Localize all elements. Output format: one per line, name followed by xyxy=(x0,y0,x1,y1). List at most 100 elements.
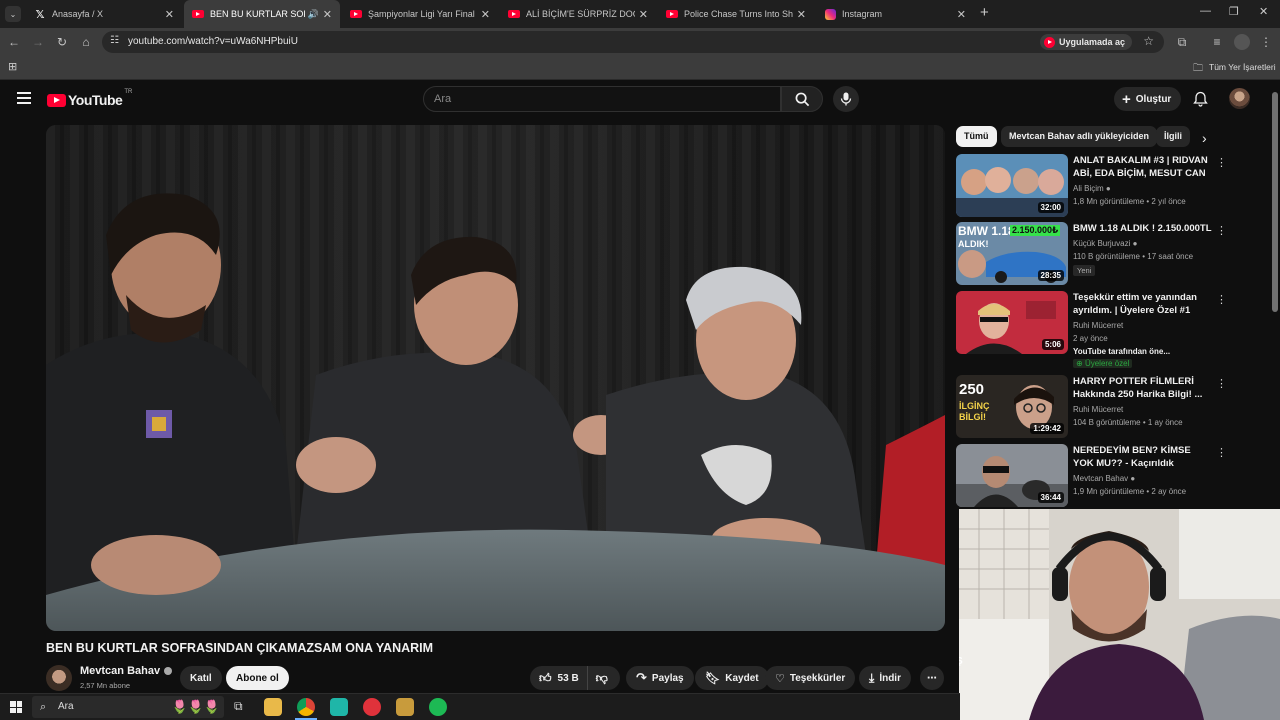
scrollbar-thumb[interactable] xyxy=(1272,92,1278,312)
app-icon-red[interactable] xyxy=(363,698,381,716)
chip-related[interactable]: İlgili xyxy=(1156,126,1190,147)
close-icon[interactable]: ✕ xyxy=(165,8,174,21)
join-button[interactable]: Katıl xyxy=(180,666,222,690)
address-bar[interactable]: ☷ youtube.com/watch?v=uWa6NHPbuiU Uygula… xyxy=(102,31,1164,53)
list-item[interactable]: 32:00 ANLAT BAKALIM #3 | RIDVAN ABİ, EDA… xyxy=(956,154,1228,218)
video-thumbnail[interactable]: 36:44 xyxy=(956,444,1068,507)
league-icon[interactable] xyxy=(396,698,414,716)
channel-name[interactable]: Ruhi Mücerret xyxy=(1073,321,1123,330)
thumbnail-subtext: ALDIK! xyxy=(958,239,989,249)
create-button[interactable]: + Oluştur xyxy=(1114,87,1182,111)
chrome-icon[interactable] xyxy=(297,698,315,716)
spotify-icon[interactable] xyxy=(429,698,447,716)
apps-grid-icon[interactable]: ⊞ xyxy=(8,60,17,73)
list-item[interactable]: 5:06 Teşekkür ettim ve yanından ayrıldım… xyxy=(956,291,1228,369)
more-actions-button[interactable]: ⋯ xyxy=(920,666,944,690)
video-duration: 32:00 xyxy=(1037,202,1064,213)
video-thumbnail[interactable]: 250 İLGİNÇ BİLGİ! 1:29:42 xyxy=(956,375,1068,438)
like-button[interactable]: 👍︎ 53 B xyxy=(530,666,588,690)
channel-name[interactable]: Ali Biçim ● xyxy=(1073,184,1111,193)
forward-button[interactable]: → xyxy=(30,34,46,50)
video-title[interactable]: HARRY POTTER FİLMLERİ Hakkında 250 Harik… xyxy=(1073,375,1213,401)
close-icon[interactable]: ✕ xyxy=(957,8,966,21)
tab-x[interactable]: 𝕏 Anasayfa / X ✕ xyxy=(26,0,182,28)
bookmark-star-icon[interactable]: ☆ xyxy=(1143,34,1154,48)
speaker-icon[interactable]: 🔊 xyxy=(308,9,319,20)
close-window-button[interactable]: ✕ xyxy=(1259,5,1268,18)
close-icon[interactable]: ✕ xyxy=(639,8,648,21)
menu-hamburger-icon[interactable] xyxy=(17,92,31,104)
tab-search-button[interactable]: ⌄ xyxy=(5,6,21,22)
video-thumbnail[interactable]: BMW 1.18 2.150.000₺ ALDIK! 28:35 xyxy=(956,222,1068,285)
channel-avatar[interactable] xyxy=(46,665,72,691)
video-title[interactable]: BMW 1.18 ALDIK ! 2.150.000TL xyxy=(1073,222,1213,235)
open-in-app-button[interactable]: Uygulamada aç xyxy=(1039,34,1132,50)
new-tab-button[interactable]: + xyxy=(980,4,989,21)
search-button[interactable] xyxy=(781,86,823,112)
list-item[interactable]: BMW 1.18 2.150.000₺ ALDIK! 28:35 BMW 1.1… xyxy=(956,222,1228,286)
reading-list-icon[interactable]: ≡ xyxy=(1209,34,1225,50)
taskbar-search-input[interactable]: ⌕ Ara 🌷🌷🌷 xyxy=(32,696,224,718)
chips-next-chevron-icon[interactable]: › xyxy=(1202,130,1207,146)
browser-menu-icon[interactable]: ⋮ xyxy=(1258,34,1274,50)
channel-name[interactable]: Küçük Burjuvazi ● xyxy=(1073,239,1137,248)
more-vertical-icon[interactable]: ⋮ xyxy=(1216,446,1227,459)
extensions-icon[interactable]: ⧉ xyxy=(1174,34,1190,50)
all-bookmarks-link[interactable]: Tüm Yer İşaretleri xyxy=(1209,62,1276,72)
more-horizontal-icon: ⋯ xyxy=(927,672,937,684)
share-button[interactable]: ↷ Paylaş xyxy=(626,666,694,690)
page-scrollbar[interactable] xyxy=(1270,80,1280,510)
chip-from-uploader[interactable]: Mevtcan Bahav adlı yükleyiciden xyxy=(1001,126,1158,147)
channel-name[interactable]: Mevtcan Bahav xyxy=(80,665,160,677)
download-button[interactable]: ⤓ İndir xyxy=(859,666,911,690)
tab-youtube[interactable]: ALİ BİÇİM'E SÜRPRİZ DOĞUM G ✕ xyxy=(500,0,656,28)
video-title[interactable]: NEREDEYİM BEN? KİMSE YOK MU?? - Kaçırıld… xyxy=(1073,444,1213,470)
close-icon[interactable]: ✕ xyxy=(797,8,806,21)
task-view-icon[interactable]: ⧉ xyxy=(234,699,243,714)
video-title[interactable]: Teşekkür ettim ve yanından ayrıldım. | Ü… xyxy=(1073,291,1213,317)
voice-search-button[interactable] xyxy=(833,86,859,112)
verified-icon xyxy=(164,667,173,675)
restore-button[interactable]: ❐ xyxy=(1229,5,1239,18)
tab-instagram[interactable]: Instagram ✕ xyxy=(816,0,974,28)
close-icon[interactable]: ✕ xyxy=(481,8,490,21)
dislike-button[interactable]: 👎︎ xyxy=(588,666,616,690)
reload-button[interactable]: ↻ xyxy=(54,34,70,50)
thanks-button[interactable]: ♡ Teşekkürler xyxy=(765,666,856,690)
video-player[interactable] xyxy=(46,125,945,631)
profile-avatar[interactable] xyxy=(1234,34,1250,50)
save-button[interactable]: 🔖︎ Kaydet xyxy=(695,666,769,690)
more-vertical-icon[interactable]: ⋮ xyxy=(1216,224,1227,237)
home-button[interactable]: ⌂ xyxy=(78,34,94,50)
video-title[interactable]: ANLAT BAKALIM #3 | RIDVAN ABİ, EDA BİÇİM… xyxy=(1073,154,1213,180)
more-vertical-icon[interactable]: ⋮ xyxy=(1216,156,1227,169)
user-avatar[interactable] xyxy=(1229,88,1250,109)
subscribe-button[interactable]: Abone ol xyxy=(226,666,289,690)
minimize-button[interactable]: — xyxy=(1200,5,1211,17)
video-thumbnail[interactable]: 32:00 xyxy=(956,154,1068,217)
app-icon-teal[interactable] xyxy=(330,698,348,716)
tab-youtube[interactable]: Police Chase Turns Into Shootou ✕ xyxy=(658,0,814,28)
more-vertical-icon[interactable]: ⋮ xyxy=(1216,293,1227,306)
like-count: 53 B xyxy=(557,672,579,684)
channel-name[interactable]: Mevtcan Bahav ● xyxy=(1073,474,1135,483)
site-info-icon[interactable]: ☷ xyxy=(110,35,119,46)
youtube-logo[interactable]: YouTube TR xyxy=(47,89,132,108)
close-icon[interactable]: ✕ xyxy=(323,8,332,21)
list-item[interactable]: 250 İLGİNÇ BİLGİ! 1:29:42 HARRY POTTER F… xyxy=(956,375,1228,439)
video-meta: 110 B görüntüleme • 17 saat önce xyxy=(1073,252,1194,261)
file-explorer-icon[interactable] xyxy=(264,698,282,716)
back-button[interactable]: ← xyxy=(6,34,22,50)
notifications-bell-icon[interactable] xyxy=(1193,91,1208,112)
video-frame[interactable] xyxy=(46,125,945,631)
tab-youtube-active[interactable]: BEN BU KURTLAR SOFRASIN 🔊 ✕ xyxy=(184,0,340,28)
tab-youtube[interactable]: Şampiyonlar Ligi Yarı Final | Atle ✕ xyxy=(342,0,498,28)
list-item[interactable]: 36:44 NEREDEYİM BEN? KİMSE YOK MU?? - Ka… xyxy=(956,444,1228,508)
video-thumbnail[interactable]: 5:06 xyxy=(956,291,1068,354)
windows-start-icon[interactable] xyxy=(10,701,22,713)
more-vertical-icon[interactable]: ⋮ xyxy=(1216,377,1227,390)
search-input[interactable]: Ara xyxy=(423,86,781,112)
chip-all[interactable]: Tümü xyxy=(956,126,997,147)
channel-name[interactable]: Ruhi Mücerret xyxy=(1073,405,1123,414)
url-text[interactable]: youtube.com/watch?v=uWa6NHPbuiU xyxy=(128,36,298,47)
